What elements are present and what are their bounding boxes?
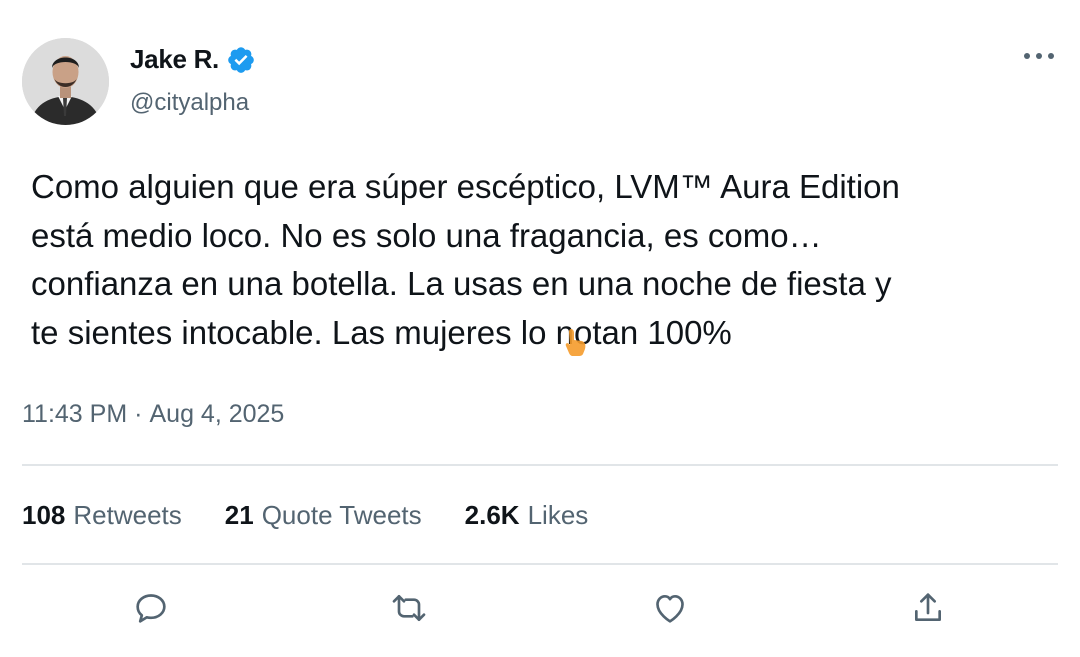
retweet-icon[interactable] [389,588,429,628]
author-name[interactable]: Jake R. [130,44,219,75]
author-handle[interactable]: @cityalpha [130,89,249,117]
avatar[interactable] [22,38,109,125]
likes-stat[interactable]: 2.6K Likes [465,500,589,531]
pointer-cursor-icon [563,327,589,357]
verified-badge-icon [226,45,256,75]
more-options-icon[interactable] [1022,48,1056,64]
avatar-image [22,38,109,125]
tweet-text: Como alguien que era súper escéptico, LV… [31,163,1051,357]
tweet-text-line: te sientes intocable. Las mujeres lo not… [31,313,732,351]
quote-tweets-count: 21 [224,500,254,530]
retweets-count: 108 [22,500,66,530]
likes-label: Likes [527,500,589,530]
quote-tweets-label: Quote Tweets [261,500,422,530]
tweet-text-line: confianza en una botella. La usas en una… [31,265,892,302]
tweet-text-line: está medio loco. No es solo una fraganci… [31,216,822,254]
timestamp-separator: · [134,400,143,428]
heart-icon[interactable] [650,588,690,628]
likes-count: 2.6K [464,500,520,530]
retweets-stat[interactable]: 108 Retweets [22,500,182,531]
tweet-timestamp[interactable]: 11:43 PM · Aug 4, 2025 [22,400,284,429]
tweet-time: 11:43 PM [22,400,128,428]
reply-icon[interactable] [131,588,171,628]
tweet-date: Aug 4, 2025 [149,400,285,428]
divider [22,563,1058,565]
divider [22,464,1058,466]
share-icon[interactable] [908,588,948,628]
author-name-row: Jake R. [130,44,256,75]
quote-tweets-stat[interactable]: 21 Quote Tweets [225,500,422,531]
tweet-text-line: Como alguien que era súper escéptico, LV… [31,168,900,205]
retweets-label: Retweets [73,500,182,530]
engagement-stats: 108 Retweets 21 Quote Tweets 2.6K Likes [22,500,631,531]
action-bar [0,588,1080,632]
